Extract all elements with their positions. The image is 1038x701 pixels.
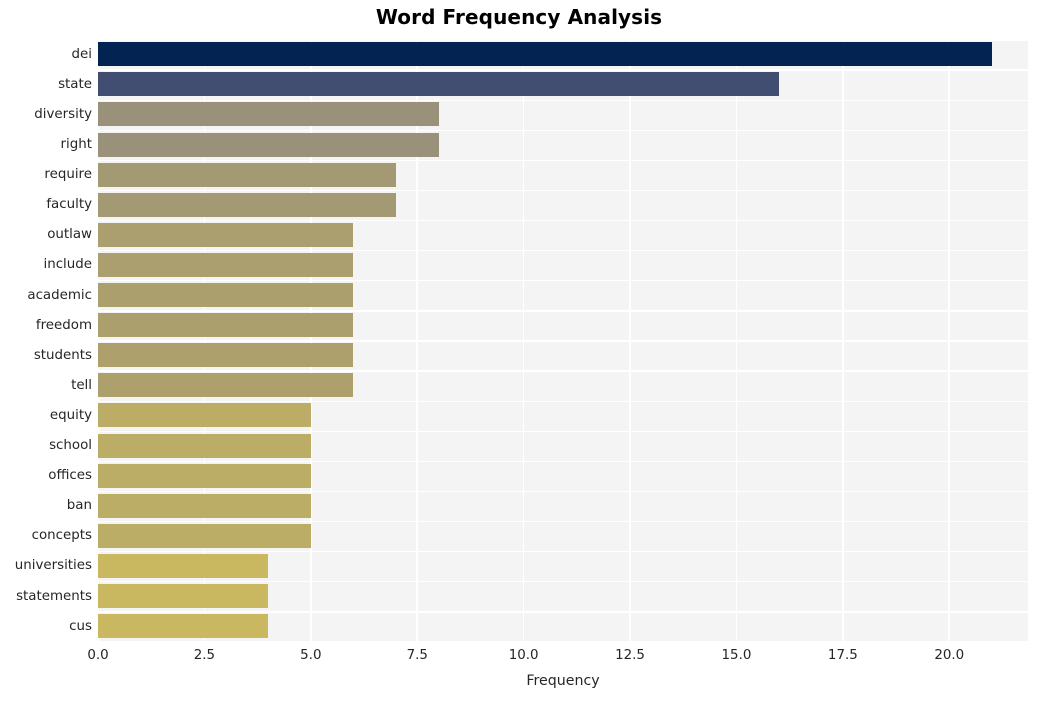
y-tick-label-school: school (49, 438, 92, 454)
y-tick-label-academic: academic (27, 287, 92, 303)
bar-row (98, 582, 1028, 612)
x-tick-label-2.5: 2.5 (193, 648, 216, 663)
bar-row (98, 221, 1028, 251)
y-tick-label-outlaw: outlaw (47, 227, 92, 243)
x-tick-label-7.5: 7.5 (406, 648, 428, 663)
bar-row (98, 160, 1028, 190)
y-tick-label-ban: ban (66, 498, 92, 514)
y-tick-label-right: right (60, 137, 92, 153)
bar-row (98, 461, 1028, 491)
word-frequency-chart: Word Frequency Analysis dei state diversit… (0, 0, 1038, 701)
y-axis: dei state diversity right require faculty outl… (0, 40, 92, 642)
bar-faculty[interactable] (98, 192, 396, 217)
bar-row (98, 191, 1028, 221)
x-tick-label-17.5: 17.5 (827, 648, 858, 663)
y-tick-label-require: require (44, 167, 92, 183)
bar-row (98, 341, 1028, 371)
bar-students[interactable] (98, 343, 354, 368)
x-tick-label-10.0: 10.0 (508, 648, 539, 663)
bar-statements[interactable] (98, 584, 269, 609)
bar-row (98, 251, 1028, 281)
bar-school[interactable] (98, 433, 311, 458)
bar-include[interactable] (98, 252, 354, 277)
bar-ban[interactable] (98, 493, 311, 518)
bar-row (98, 100, 1028, 130)
x-tick-label-15.0: 15.0 (721, 648, 752, 663)
bar-academic[interactable] (98, 283, 354, 308)
bar-concepts[interactable] (98, 523, 311, 548)
y-tick-label-include: include (43, 257, 92, 273)
y-tick-label-faculty: faculty (46, 197, 92, 213)
x-axis-label: Frequency (526, 673, 600, 689)
y-tick-label-state: state (58, 76, 92, 92)
y-tick-label-dei: dei (71, 46, 92, 62)
bar-row (98, 401, 1028, 431)
y-tick-label-equity: equity (49, 407, 92, 423)
bar-dei[interactable] (98, 42, 992, 67)
y-tick-label-statements: statements (16, 588, 92, 604)
bar-equity[interactable] (98, 403, 311, 428)
y-tick-label-cus: cus (69, 618, 92, 634)
y-tick-label-offices: offices (48, 468, 92, 484)
bar-row (98, 552, 1028, 582)
y-tick-label-universities: universities (14, 558, 92, 574)
bar-cus[interactable] (98, 614, 269, 639)
bar-state[interactable] (98, 72, 779, 97)
bar-row (98, 130, 1028, 160)
bar-row (98, 281, 1028, 311)
x-tick-label-5.0: 5.0 (300, 648, 322, 663)
bar-offices[interactable] (98, 463, 311, 488)
x-axis: 0.0 2.5 5.0 7.5 10.0 12.5 15.0 17.5 20.0 (87, 642, 1028, 672)
bar-row (98, 492, 1028, 522)
bar-row (98, 522, 1028, 552)
bar-row (98, 371, 1028, 401)
bar-row (98, 612, 1028, 642)
bar-row (98, 431, 1028, 461)
bar-row (98, 70, 1028, 100)
bar-diversity[interactable] (98, 102, 439, 127)
bar-require[interactable] (98, 162, 396, 187)
y-tick-label-freedom: freedom (35, 317, 92, 333)
y-tick-label-concepts: concepts (31, 528, 92, 544)
y-tick-label-tell: tell (71, 377, 92, 393)
bar-row (98, 311, 1028, 341)
x-tick-label-12.5: 12.5 (615, 648, 645, 663)
bar-tell[interactable] (98, 373, 354, 398)
x-tick-label-0.0: 0.0 (87, 648, 109, 663)
y-tick-label-students: students (33, 347, 92, 363)
bar-outlaw[interactable] (98, 222, 354, 247)
y-tick-label-diversity: diversity (34, 106, 92, 122)
bar-row (98, 40, 1028, 70)
x-tick-label-20.0: 20.0 (934, 648, 965, 663)
chart-title: Word Frequency Analysis (375, 5, 663, 29)
bar-freedom[interactable] (98, 313, 354, 338)
plot-area (98, 40, 1028, 642)
bar-right[interactable] (98, 132, 439, 157)
bar-universities[interactable] (98, 553, 269, 578)
